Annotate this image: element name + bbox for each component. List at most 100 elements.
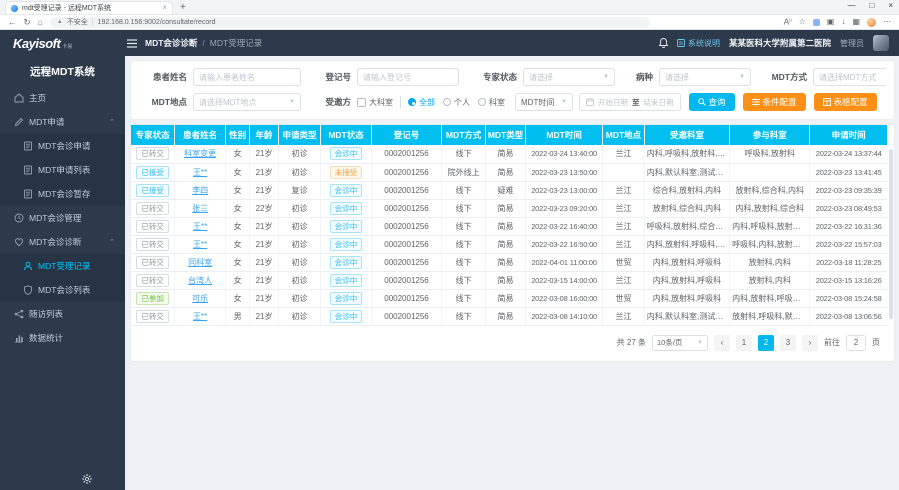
cell-register-no: 0002001256 xyxy=(371,145,441,163)
browser-profile-avatar[interactable] xyxy=(867,18,876,27)
url-bar[interactable]: ▲ 不安全 | 192.168.0.156:9002/consultate/re… xyxy=(50,17,650,28)
page-button-3[interactable]: 3 xyxy=(780,335,796,351)
patient-name-link[interactable]: 王** xyxy=(193,168,207,177)
expert-status-badge: 已转交 xyxy=(136,220,169,233)
cell-age: 21岁 xyxy=(250,181,279,199)
cell-expert-status: 已转交 xyxy=(131,217,175,235)
sidebar-item-mdt-apply[interactable]: MDT申请⌃ xyxy=(0,110,125,134)
system-help-link[interactable]: 系统说明 xyxy=(677,38,720,49)
reload-icon[interactable]: ↻ xyxy=(24,18,31,27)
patient-name-link[interactable]: 王** xyxy=(193,240,207,249)
cell-participating-depts xyxy=(730,163,810,181)
invitee-radio-dept[interactable]: 科室 xyxy=(478,97,505,108)
patient-name-link[interactable]: 李四 xyxy=(192,186,208,195)
cell-apply-time: 2022-03-15 13:16:26 xyxy=(810,271,887,289)
search-button-label: 查询 xyxy=(709,96,726,108)
register-no-input[interactable] xyxy=(357,68,459,86)
cell-invited-depts: 综合科,放射科,内科 xyxy=(644,181,729,199)
breadcrumb: MDT会诊诊断 / MDT受理记录 xyxy=(145,37,262,49)
sidebar-item-home[interactable]: 主页 xyxy=(0,86,125,110)
doc-icon xyxy=(22,165,33,175)
search-button[interactable]: 查询 xyxy=(689,93,735,111)
breadcrumb-current[interactable]: MDT受理记录 xyxy=(210,37,262,49)
patient-name-link[interactable]: 同科室 xyxy=(188,258,212,267)
table-config-button[interactable]: 表格配置 xyxy=(814,93,877,111)
prev-page-button[interactable]: ‹ xyxy=(714,335,730,351)
condition-config-button[interactable]: 条件配置 xyxy=(743,93,806,111)
invitee-radio-personal[interactable]: 个人 xyxy=(443,97,470,108)
read-aloud-icon[interactable]: A)) xyxy=(784,18,792,27)
extension-icon[interactable] xyxy=(813,19,820,26)
time-field-select[interactable]: MDT时间▼ xyxy=(515,93,573,111)
patient-name-input[interactable] xyxy=(193,68,301,86)
table-row: 已接受李四女21岁复诊会诊中0002001256线下疑难2022-03-23 1… xyxy=(131,181,887,199)
mdt-mode-select[interactable]: 请选择MDT方式▼ xyxy=(813,68,886,86)
big-dept-checkbox[interactable] xyxy=(357,98,366,107)
sidebar-item-stats[interactable]: 数据统计 xyxy=(0,326,125,350)
cell-participating-depts: 内科,放射科,呼吸科,测试科室 xyxy=(730,289,810,307)
downloads-icon[interactable]: ↓ xyxy=(841,18,845,26)
sidebar-item-mdt-manage[interactable]: MDT会诊管理 xyxy=(0,206,125,230)
date-range-separator: 至 xyxy=(632,97,640,108)
invitee-radio-all[interactable]: 全部 xyxy=(408,97,435,108)
sidebar-item-mdt-apply-list[interactable]: MDT申请列表 xyxy=(0,158,125,182)
apps-grid-icon[interactable]: ▦ xyxy=(852,18,860,26)
window-maximize-icon[interactable]: □ xyxy=(869,1,874,10)
window-close-icon[interactable]: × xyxy=(888,1,893,10)
window-minimize-icon[interactable]: — xyxy=(847,1,855,10)
page-button-2[interactable]: 2 xyxy=(758,335,774,351)
new-tab-button[interactable]: + xyxy=(180,2,186,13)
next-page-button[interactable]: › xyxy=(802,335,818,351)
collections-icon[interactable]: ▣ xyxy=(827,18,835,26)
page-size-select[interactable]: 10条/页▼ xyxy=(652,335,708,351)
cell-expert-status: 已转交 xyxy=(131,253,175,271)
favorites-star-icon[interactable]: ☆ xyxy=(799,18,806,26)
page-button-1[interactable]: 1 xyxy=(736,335,752,351)
expert-status-badge: 已参加 xyxy=(136,292,169,305)
cell-mdt-status: 会诊中 xyxy=(321,235,372,253)
patient-name-link[interactable]: 王** xyxy=(193,312,207,321)
patient-name-link[interactable]: 台湾人 xyxy=(188,276,212,285)
sidebar-item-mdt-record[interactable]: MDT受理记录 xyxy=(0,254,125,278)
patient-name-link[interactable]: 张三 xyxy=(192,204,208,213)
tab-close-icon[interactable]: × xyxy=(162,4,167,12)
records-table: 专家状态患者姓名性别年龄申请类型MDT状态登记号MDT方式MDT类型MDT时间M… xyxy=(131,125,887,326)
expert-status-select[interactable]: 请选择▼ xyxy=(523,68,615,86)
browser-tab[interactable]: mdt受理记录 - 远程MDT系统 × xyxy=(5,1,173,14)
mdt-location-select[interactable]: 请选择MDT地点▼ xyxy=(193,93,301,111)
table-scrollbar[interactable] xyxy=(889,149,893,319)
sidebar-item-mdt-consult-list[interactable]: MDT会诊列表 xyxy=(0,278,125,302)
cell-expert-status: 已转交 xyxy=(131,235,175,253)
tab-favicon-icon xyxy=(11,5,18,12)
sidebar-item-follow-up[interactable]: 随访列表 xyxy=(0,302,125,326)
disease-select[interactable]: 请选择▼ xyxy=(659,68,751,86)
cell-apply-time: 2022-03-22 15:57:03 xyxy=(810,235,887,253)
sidebar-item-mdt-consult-draft[interactable]: MDT会诊暂存 xyxy=(0,182,125,206)
browser-menu-icon[interactable]: ⋯ xyxy=(883,18,891,26)
expert-status-placeholder: 请选择 xyxy=(529,72,553,83)
cell-sex: 女 xyxy=(225,145,249,163)
patient-name-link[interactable]: 可乐 xyxy=(192,294,208,303)
sidebar-item-label: MDT会诊管理 xyxy=(29,212,81,224)
patient-name-link[interactable]: 科室变更 xyxy=(184,149,216,158)
goto-page-input[interactable] xyxy=(846,335,866,351)
sidebar-item-mdt-diagnose[interactable]: MDT会诊诊断⌃ xyxy=(0,230,125,254)
cell-mdt-time: 2022-03-23 13:00:00 xyxy=(526,181,603,199)
user-role[interactable]: 管理员 xyxy=(840,38,864,49)
date-range-picker[interactable]: 开始日期 至 结束日期 xyxy=(579,93,681,111)
cell-apply-type: 初诊 xyxy=(278,235,320,253)
cell-age: 21岁 xyxy=(250,253,279,271)
gear-icon[interactable] xyxy=(82,474,92,484)
url-text: 192.168.0.156:9002/consultate/record xyxy=(98,19,216,26)
back-icon[interactable]: ← xyxy=(8,18,17,27)
home-icon[interactable]: ⌂ xyxy=(38,18,43,27)
sidebar-collapse-icon[interactable] xyxy=(127,39,137,48)
screen: mdt受理记录 - 远程MDT系统 × + — □ × ← ↻ ⌂ ▲ 不安全 … xyxy=(0,0,899,490)
table-grid-icon xyxy=(823,98,831,106)
patient-name-link[interactable]: 王** xyxy=(193,222,207,231)
mdt-status-badge: 会诊中 xyxy=(330,184,363,197)
notification-bell-icon[interactable] xyxy=(659,38,668,48)
mdt-status-badge: 会诊中 xyxy=(330,220,363,233)
user-avatar[interactable] xyxy=(873,35,889,51)
sidebar-item-mdt-consult-apply[interactable]: MDT会诊申请 xyxy=(0,134,125,158)
